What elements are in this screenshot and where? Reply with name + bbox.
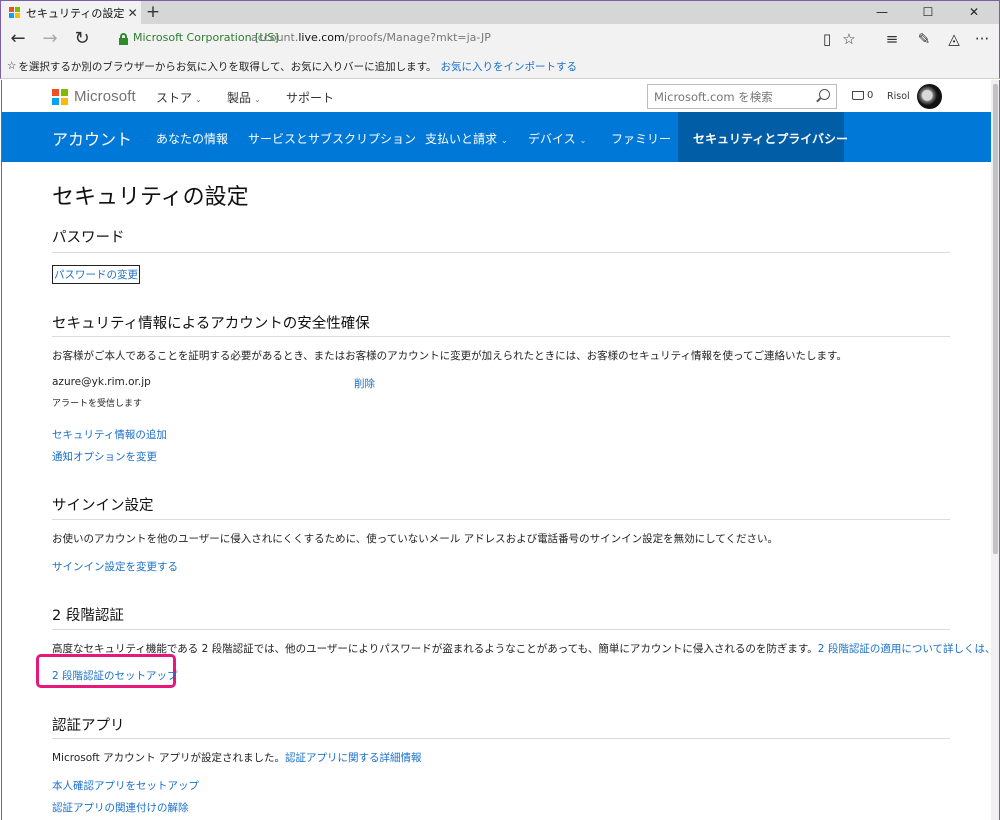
unlink-auth-app-link[interactable]: 認証アプリの関連付けの解除 bbox=[52, 800, 189, 815]
import-favorites-link[interactable]: お気に入りをインポートする bbox=[441, 59, 578, 74]
notification-options-link[interactable]: 通知オプションを変更 bbox=[52, 449, 157, 464]
microsoft-header: Microsoft ストア⌄ 製品⌄ サポート 0 Risol bbox=[2, 80, 991, 112]
favorites-bar: ☆ を選択するか別のブラウザーからお気に入りを取得して、お気に入りバーに追加しま… bbox=[0, 54, 1000, 79]
new-tab-button[interactable]: + bbox=[145, 3, 161, 21]
browser-tab[interactable]: セキュリティの設定 ✕ bbox=[1, 1, 141, 24]
microsoft-wordmark: Microsoft bbox=[74, 88, 136, 105]
account-title[interactable]: アカウント bbox=[52, 126, 132, 150]
signin-description: お使いのアカウントを他のユーザーに侵入されにくくするために、使っていないメール … bbox=[52, 533, 778, 545]
nav-store[interactable]: ストア ⌄ bbox=[156, 89, 202, 106]
tab-family[interactable]: ファミリー bbox=[611, 130, 671, 147]
auth-app-heading: 認証アプリ bbox=[52, 718, 125, 734]
signin-heading: サインイン設定 bbox=[52, 498, 154, 514]
maximize-button[interactable]: ☐ bbox=[905, 1, 951, 24]
url-field[interactable]: account.live.com/proofs/Manage?mkt=ja-JP bbox=[251, 31, 491, 44]
nav-support[interactable]: サポート bbox=[286, 89, 334, 106]
more-icon[interactable]: ··· bbox=[971, 29, 993, 49]
scrollbar[interactable] bbox=[991, 80, 1000, 820]
scrollbar-thumb[interactable] bbox=[993, 84, 998, 554]
cart-icon bbox=[852, 91, 864, 100]
divider bbox=[52, 519, 950, 520]
hub-icon[interactable]: ≡ bbox=[881, 29, 903, 49]
cart-button[interactable]: 0 bbox=[852, 90, 873, 101]
divider bbox=[52, 629, 950, 630]
search-icon[interactable] bbox=[819, 89, 830, 100]
divider bbox=[52, 252, 950, 253]
auth-app-detail-link[interactable]: 認証アプリに関する詳細情報 bbox=[285, 752, 422, 764]
change-password-link[interactable]: パスワードの変更 bbox=[52, 265, 140, 284]
chevron-down-icon: ⌄ bbox=[579, 136, 587, 145]
avatar[interactable] bbox=[917, 84, 942, 109]
change-signin-link[interactable]: サインイン設定を変更する bbox=[52, 559, 178, 574]
search-input[interactable] bbox=[648, 85, 808, 108]
security-info-description: お客様がご本人であることを証明する必要があるとき、またはお客様のアカウントに変更… bbox=[52, 350, 847, 362]
two-step-heading: 2 段階認証 bbox=[52, 608, 124, 624]
site-search bbox=[647, 84, 837, 109]
tab-security-privacy[interactable]: セキュリティとプライバシー bbox=[678, 112, 848, 162]
security-info-heading: セキュリティ情報によるアカウントの安全性確保 bbox=[52, 316, 370, 332]
security-email: azure@yk.rim.or.jp bbox=[52, 376, 151, 388]
close-window-button[interactable]: ✕ bbox=[951, 1, 997, 24]
web-note-icon[interactable]: ✎ bbox=[913, 29, 935, 49]
microsoft-logo[interactable]: Microsoft bbox=[52, 88, 136, 105]
cart-count: 0 bbox=[867, 90, 874, 101]
page-viewport: Microsoft ストア⌄ 製品⌄ サポート 0 Risol アカウント あな… bbox=[1, 80, 991, 820]
lock-icon[interactable] bbox=[119, 33, 128, 45]
back-button[interactable]: ← bbox=[7, 28, 29, 50]
page-title: セキュリティの設定 bbox=[52, 185, 249, 210]
add-security-info-link[interactable]: セキュリティ情報の追加 bbox=[52, 427, 167, 442]
divider bbox=[52, 336, 950, 337]
nav-products[interactable]: 製品 ⌄ bbox=[227, 89, 261, 106]
favorites-bar-text: を選択するか別のブラウザーからお気に入りを取得して、お気に入りバーに追加します。 bbox=[18, 60, 437, 73]
tab-services[interactable]: サービスとサブスクリプション bbox=[248, 130, 416, 147]
user-name[interactable]: Risol bbox=[887, 91, 910, 102]
tab-security-privacy-label: セキュリティとプライバシー bbox=[693, 132, 849, 146]
share-icon[interactable]: ◬ bbox=[943, 29, 965, 49]
reading-view-icon[interactable]: ▯ bbox=[816, 29, 838, 49]
chevron-down-icon: ⌄ bbox=[195, 95, 202, 104]
tab-bar: セキュリティの設定 ✕ + — ☐ ✕ bbox=[0, 0, 1000, 24]
two-step-setup-link[interactable]: 2 段階認証のセットアップ bbox=[52, 668, 178, 683]
refresh-button[interactable]: ↻ bbox=[71, 28, 93, 50]
microsoft-favicon-icon bbox=[9, 7, 20, 18]
chevron-down-icon: ⌄ bbox=[254, 95, 261, 104]
password-heading: パスワード bbox=[52, 230, 125, 246]
email-alert-note: アラートを受信します bbox=[52, 399, 143, 409]
account-nav: アカウント あなたの情報 サービスとサブスクリプション 支払いと請求 ⌄ デバイス… bbox=[2, 112, 991, 162]
two-step-description: 高度なセキュリティ機能である 2 段階認証では、他のユーザーによりパスワードが盗… bbox=[52, 641, 991, 656]
setup-identity-app-link[interactable]: 本人確認アプリをセットアップ bbox=[52, 778, 199, 793]
chevron-down-icon: ⌄ bbox=[501, 136, 508, 145]
favorite-star-icon[interactable]: ☆ bbox=[838, 29, 860, 49]
delete-email-link[interactable]: 削除 bbox=[354, 376, 375, 391]
auth-app-description: Microsoft アカウント アプリが設定されました。認証アプリに関する詳細情… bbox=[52, 752, 422, 764]
microsoft-logo-icon bbox=[52, 88, 68, 105]
tab-your-info[interactable]: あなたの情報 bbox=[156, 130, 228, 147]
divider bbox=[52, 738, 950, 739]
favorites-star-icon: ☆ bbox=[7, 60, 17, 72]
tab-devices[interactable]: デバイス ⌄ bbox=[528, 130, 586, 147]
address-bar: ← → ↻ Microsoft Corporation [US] account… bbox=[0, 24, 1000, 54]
minimize-button[interactable]: — bbox=[859, 1, 905, 24]
tab-close-icon[interactable]: ✕ bbox=[124, 6, 141, 20]
tab-billing[interactable]: 支払いと請求 ⌄ bbox=[425, 130, 508, 147]
two-step-learn-more-link[interactable]: 2 段階認証の適用について詳しくは、こちらをご覧ください。 bbox=[818, 643, 991, 655]
forward-button[interactable]: → bbox=[39, 28, 61, 50]
tab-title: セキュリティの設定 bbox=[26, 6, 125, 20]
